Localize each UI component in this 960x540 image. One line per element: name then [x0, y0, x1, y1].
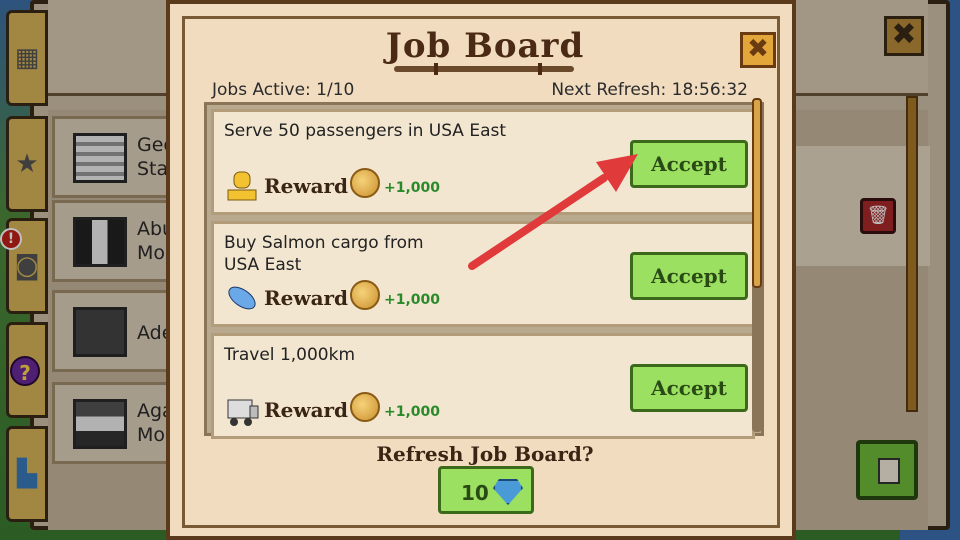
coin-icon [350, 392, 380, 422]
title-ornament [394, 63, 574, 75]
jobs-active-label: Jobs Active: 1/10 [212, 80, 355, 100]
reward-label: Reward [264, 174, 349, 198]
accept-button[interactable]: Accept [630, 364, 748, 412]
train-icon [224, 392, 260, 428]
next-refresh-label: Next Refresh: 18:56:32 [551, 80, 748, 100]
refresh-question: Refresh Job Board? [376, 442, 594, 466]
coin-icon [350, 168, 380, 198]
job-list-scrollbar[interactable] [752, 98, 762, 432]
job-description: Travel 1,000km [224, 345, 356, 365]
job-card: Travel 1,000km Reward +1,000 Accept [211, 333, 755, 439]
modal-title: Job Board [385, 26, 585, 66]
job-description: Serve 50 passengers in USA East [224, 121, 507, 141]
accept-button[interactable]: Accept [630, 252, 748, 300]
job-card: Buy Salmon cargo from USA East Reward +1… [211, 221, 755, 327]
scrollbar-thumb[interactable] [752, 98, 762, 288]
refresh-cost: 10 [461, 481, 489, 505]
coin-icon [350, 280, 380, 310]
reward-amount: +1,000 [384, 180, 441, 196]
close-button[interactable]: ✖ [740, 32, 776, 68]
job-description: Buy Salmon cargo from USA East [224, 233, 424, 275]
fish-icon [224, 280, 260, 316]
job-list[interactable]: Serve 50 passengers in USA East Reward +… [204, 102, 764, 439]
reward-label: Reward [264, 398, 349, 422]
job-board-modal: Job Board ✖ Jobs Active: 1/10 Next Refre… [166, 0, 796, 540]
accept-button[interactable]: Accept [630, 140, 748, 188]
refresh-button[interactable]: 10 [438, 466, 534, 514]
job-card: Serve 50 passengers in USA East Reward +… [211, 109, 755, 215]
reward-amount: +1,000 [384, 404, 441, 420]
reward-amount: +1,000 [384, 292, 441, 308]
gem-icon [493, 479, 523, 505]
reward-label: Reward [264, 286, 349, 310]
passenger-icon [224, 168, 260, 204]
